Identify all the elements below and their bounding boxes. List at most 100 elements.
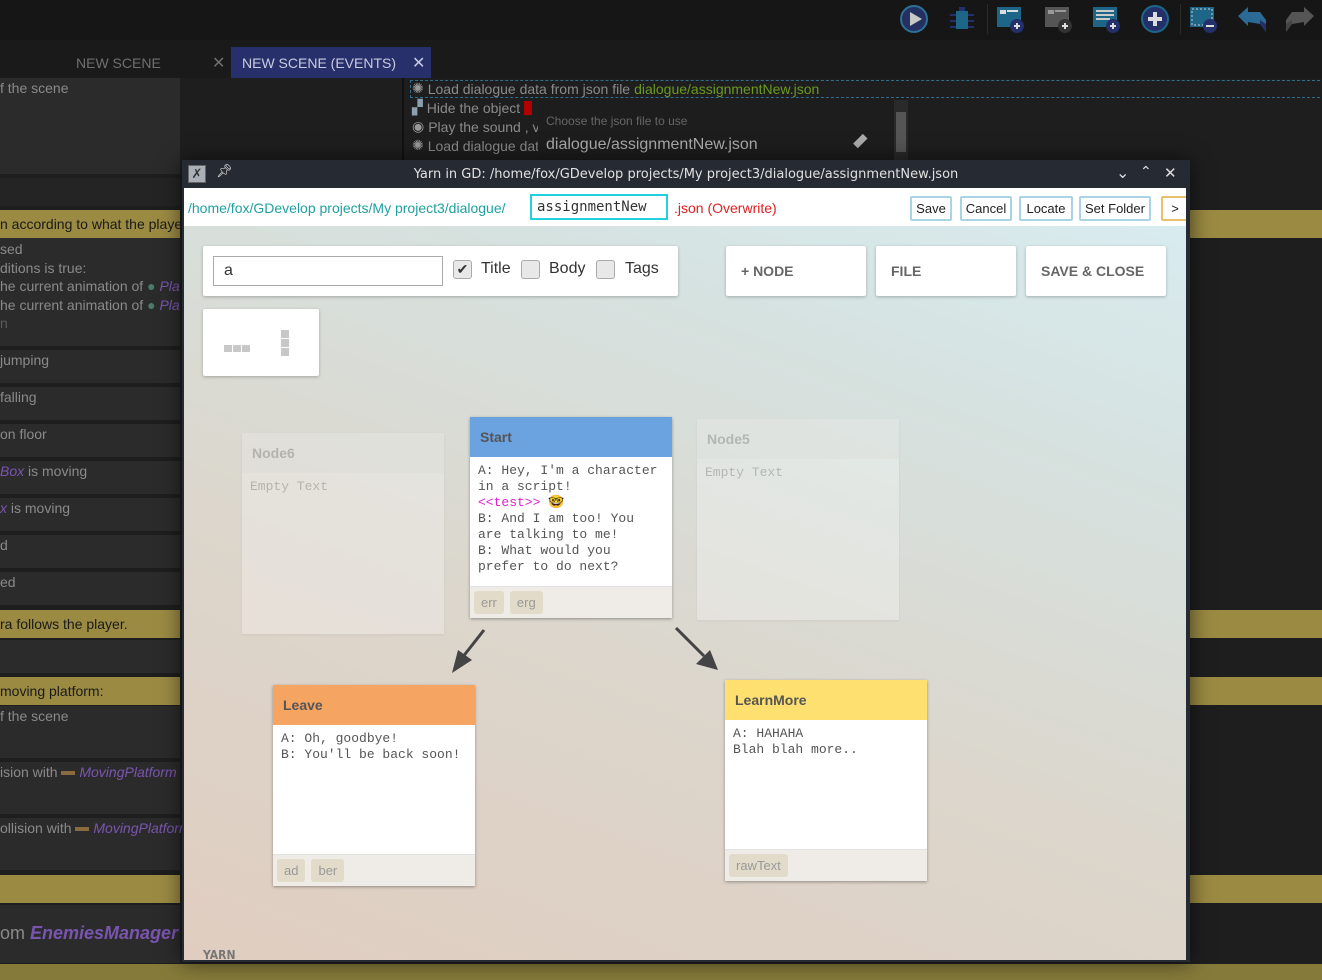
add-layout-icon[interactable] xyxy=(994,4,1026,34)
close-icon[interactable]: ✕ xyxy=(1164,164,1177,182)
object-name: x xyxy=(0,500,7,516)
event-row[interactable]: jumping xyxy=(0,350,180,385)
tab-label: NEW SCENE (EVENTS) xyxy=(242,54,397,71)
minimize-icon[interactable]: ⌄ xyxy=(1116,163,1129,182)
event-row[interactable]: sed ditions is true: he current animatio… xyxy=(0,238,180,348)
event-condition-text: ision with xyxy=(0,764,62,780)
yarn-canvas[interactable]: /home/fox/GDevelop projects/My project3/… xyxy=(184,188,1186,960)
node-tags: rawText xyxy=(725,849,927,881)
event-condition-text: he current animation of xyxy=(0,278,148,294)
event-condition-text: is moving xyxy=(7,500,71,516)
event-row[interactable]: d xyxy=(0,535,180,570)
tag[interactable]: err xyxy=(474,591,504,614)
event-comment xyxy=(1186,210,1322,238)
event-row[interactable]: Box is moving xyxy=(0,461,180,496)
event-row xyxy=(0,640,180,675)
event-row[interactable]: falling xyxy=(0,387,180,422)
body-line: prefer to do next? xyxy=(478,559,619,574)
event-comment[interactable]: moving platform: xyxy=(0,677,180,705)
event-condition-text: f the scene xyxy=(0,708,69,724)
undo-icon[interactable] xyxy=(1236,4,1268,34)
brush-icon[interactable]: ▮ xyxy=(850,130,872,152)
event-condition-text: ed xyxy=(0,574,16,590)
node-title: Node5 xyxy=(697,419,899,459)
event-row[interactable]: f the scene xyxy=(0,78,180,176)
scrollbar[interactable] xyxy=(894,100,908,160)
event-condition: he current animation of ● Pla xyxy=(0,297,180,313)
tag[interactable]: erg xyxy=(509,591,543,614)
action-hide-object[interactable]: ▞ Hide the object xyxy=(412,99,533,116)
tag[interactable]: rawText xyxy=(729,854,788,877)
event-row[interactable]: x is moving xyxy=(0,498,180,533)
event-comment xyxy=(1186,610,1322,638)
event-action-text: om xyxy=(0,923,31,943)
node-title: Node6 xyxy=(242,433,444,473)
node-node5[interactable]: Node5 Empty Text xyxy=(697,419,899,620)
object-name: Pla xyxy=(159,297,180,313)
node-leave[interactable]: Leave A: Oh, goodbye! B: You'll be back … xyxy=(273,685,475,886)
tab-new-scene[interactable]: NEW SCENE ✕ xyxy=(0,47,230,78)
remove-selection-icon[interactable] xyxy=(1187,4,1219,34)
dialogue-icon: ✺ xyxy=(412,80,424,96)
action-text: Load dialogue data from json file xyxy=(427,80,631,97)
node-title: Start xyxy=(470,417,672,457)
event-comment[interactable]: n according to what the player xyxy=(0,210,180,238)
close-icon[interactable]: ✕ xyxy=(412,53,425,73)
add-event-icon[interactable] xyxy=(1139,4,1171,34)
play-preview-icon[interactable] xyxy=(898,4,930,34)
event-condition-text: n xyxy=(0,315,8,331)
node-learnmore[interactable]: LearnMore A: HAHAHA Blah blah more.. raw… xyxy=(725,680,927,881)
yarn-command: <<test>> xyxy=(478,495,541,510)
node-title: LearnMore xyxy=(725,680,927,720)
link-start-to-learnmore xyxy=(674,626,718,670)
node-body: A: HAHAHA Blah blah more.. xyxy=(733,726,858,757)
body-line: are talking to me! xyxy=(478,527,619,542)
event-row[interactable]: f the scene xyxy=(0,706,180,760)
window-titlebar[interactable]: ✗ 📌︎ Yarn in GD: /home/fox/GDevelop proj… xyxy=(182,160,1190,188)
event-comment[interactable]: ra follows the player. xyxy=(0,610,180,638)
body-line: in a script! xyxy=(478,479,572,494)
node-node6[interactable]: Node6 Empty Text xyxy=(242,433,444,634)
editor-tabs: NEW SCENE ✕ NEW SCENE (EVENTS) ✕ xyxy=(0,40,1322,78)
add-external-events-icon[interactable] xyxy=(1090,4,1122,34)
json-file-picker[interactable]: Choose the json file to use dialogue/ass… xyxy=(538,98,908,160)
platform-object-icon xyxy=(75,827,90,832)
action-load-dialogue-2[interactable]: ✺ Load dialogue dat xyxy=(412,137,539,154)
event-condition-text: sed xyxy=(0,241,23,257)
platform-object-icon xyxy=(61,771,76,776)
event-row[interactable]: on floor xyxy=(0,424,180,459)
event-condition: he current animation of ● Pla xyxy=(0,278,180,294)
action-play-sound[interactable]: ◉ Play the sound , v xyxy=(412,118,540,135)
tab-label: NEW SCENE xyxy=(76,54,161,71)
action-parameter[interactable]: dialogue/assignmentNew.json xyxy=(634,81,819,97)
tab-new-scene-events[interactable]: NEW SCENE (EVENTS) ✕ xyxy=(231,47,431,78)
node-tags: ad ber xyxy=(273,854,475,886)
event-comment xyxy=(1186,677,1322,705)
json-file-field[interactable]: dialogue/assignmentNew.json xyxy=(546,136,758,154)
maximize-icon[interactable]: ⌃ xyxy=(1140,164,1152,180)
event-condition-text: d xyxy=(0,537,8,553)
redo-icon[interactable] xyxy=(1284,4,1316,34)
event-row[interactable]: ision with MovingPlatform xyxy=(0,762,180,816)
node-body: A: Hey, I'm a character in a script! <<t… xyxy=(470,457,672,581)
event-comment[interactable] xyxy=(0,875,180,903)
yarn-label: YARN xyxy=(203,948,236,960)
action-load-dialogue[interactable]: ✺ Load dialogue data from json file dial… xyxy=(412,80,819,97)
event-row[interactable]: om EnemiesManager xyxy=(0,905,180,965)
object-name: Pla xyxy=(159,278,180,294)
event-actions: ✺ Load dialogue data from json file dial… xyxy=(402,78,1322,160)
event-row[interactable]: ed xyxy=(0,572,180,607)
node-title: Leave xyxy=(273,685,475,725)
event-row[interactable]: ollision with MovingPlatform xyxy=(0,818,191,872)
action-text: Hide the object xyxy=(426,99,521,116)
debugger-icon[interactable] xyxy=(946,4,978,34)
node-body: A: Oh, goodbye! B: You'll be back soon! xyxy=(281,731,461,762)
node-start[interactable]: Start A: Hey, I'm a character in a scrip… xyxy=(470,417,672,618)
body-line: B: What would you xyxy=(478,543,611,558)
visibility-icon: ▞ xyxy=(412,99,423,115)
close-icon[interactable]: ✕ xyxy=(212,53,225,73)
add-external-layout-icon[interactable] xyxy=(1042,4,1074,34)
missing-object-marker xyxy=(524,100,533,115)
tag[interactable]: ber xyxy=(311,859,345,882)
tag[interactable]: ad xyxy=(277,859,306,882)
